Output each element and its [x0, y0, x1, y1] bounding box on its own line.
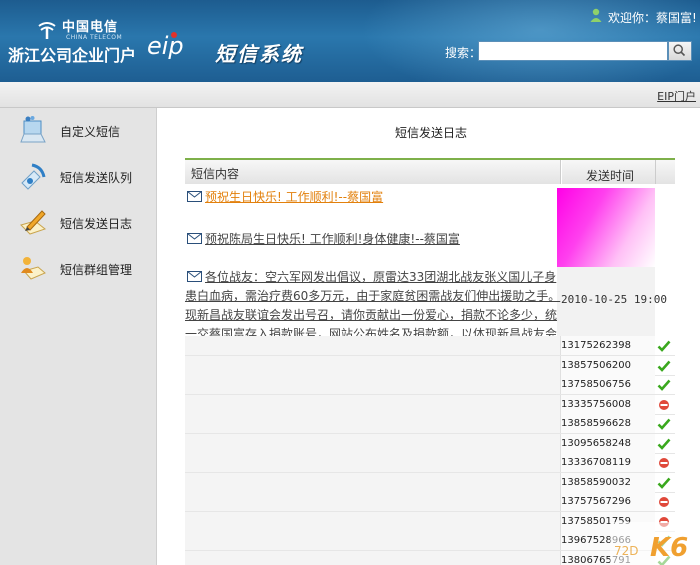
- app-header: 中国电信 CHINA TELECOM 浙江公司企业门户 eip 短信系统 欢迎你…: [0, 0, 700, 82]
- sidebar-item-label: 短信发送日志: [60, 217, 133, 231]
- envelope-icon: [187, 233, 202, 244]
- recipient-row: 13967528966: [185, 531, 675, 551]
- recipient-row-blank: [185, 375, 561, 394]
- recipient-row-blank: [185, 550, 561, 565]
- column-header-label: 短信内容: [191, 167, 240, 181]
- table-header: 短信内容 发送时间: [185, 158, 675, 184]
- minus-circle-icon: [659, 399, 669, 410]
- table-row: 各位战友：空六军网发出倡议，原雷达33团湖北战友张义国儿子身患白血病，需治疗费6…: [185, 268, 675, 360]
- recipient-row: 13858590032: [185, 472, 675, 493]
- sidebar-item-group-manage[interactable]: 短信群组管理: [0, 246, 157, 292]
- message-link[interactable]: 预祝陈局生日快乐! 工作顺利!身体健康!--蔡国富: [205, 230, 460, 249]
- recipient-row: 13757567296: [185, 492, 675, 512]
- check-icon: [657, 340, 671, 352]
- check-icon: [657, 418, 671, 430]
- system-title: 短信系统: [215, 42, 303, 66]
- recipient-row-blank: [185, 492, 561, 511]
- recipient-row: 13758501759: [185, 511, 675, 532]
- send-log-icon: [20, 210, 47, 235]
- recipient-row-blank: [185, 531, 561, 550]
- recipient-row: 13095658248: [185, 433, 675, 454]
- column-header-label: 发送时间: [586, 169, 635, 183]
- search-button[interactable]: [668, 41, 692, 61]
- recipient-row: 13758506756: [185, 375, 675, 395]
- envelope-icon: [187, 191, 202, 202]
- recipient-row-blank: [185, 394, 561, 414]
- send-time: 2010-10-25 19:00: [561, 293, 667, 306]
- search-label: 搜索：: [445, 46, 482, 60]
- sms-log-table: 短信内容 发送时间 预祝生日快乐! 工作顺利!--蔡国富 预祝陈局生日快乐! 工…: [185, 158, 675, 565]
- recipient-number: 13857506200: [561, 355, 655, 375]
- logo-english-name: CHINA TELECOM: [66, 34, 123, 41]
- page-title: 短信发送日志: [394, 126, 467, 140]
- recipient-row-blank: [185, 453, 561, 472]
- recipient-number: 13858590032: [561, 472, 655, 492]
- recipient-row: 13175262398: [185, 336, 675, 356]
- group-manage-icon: [21, 257, 46, 280]
- check-icon: [657, 438, 671, 450]
- user-icon: [590, 8, 602, 22]
- recipient-number: 13175262398: [561, 336, 655, 355]
- welcome-text: 欢迎你：蔡国富!: [608, 11, 697, 25]
- recipient-row-blank: [185, 472, 561, 492]
- custom-sms-icon: [20, 116, 46, 143]
- recipient-row-blank: [185, 511, 561, 531]
- logo-portal-name: 浙江公司企业门户: [8, 46, 137, 65]
- minus-circle-icon: [659, 458, 669, 468]
- sidebar-item-label: 自定义短信: [60, 125, 121, 139]
- column-header-time: 发送时间: [562, 158, 655, 184]
- table-row: 预祝陈局生日快乐! 工作顺利!身体健康!--蔡国富: [185, 230, 675, 254]
- recipient-row-blank: [185, 433, 561, 453]
- sidebar: 自定义短信 短信发送队列 短信发送日志 短信群组管理: [0, 108, 157, 565]
- recipient-row-blank: [185, 336, 561, 355]
- recipient-row: 13336708119: [185, 453, 675, 473]
- recipient-number: 13336708119: [561, 453, 655, 472]
- recipient-row: 13806765791: [185, 550, 675, 565]
- message-cell: 各位战友：空六军网发出倡议，原雷达33团湖北战友张义国儿子身患白血病，需治疗费6…: [185, 268, 561, 360]
- recipient-row-blank: [185, 355, 561, 375]
- check-icon: [657, 360, 671, 372]
- search-input[interactable]: [478, 41, 668, 61]
- recipient-number: 13758506756: [561, 375, 655, 394]
- welcome-bar: 欢迎你：蔡国富!: [580, 5, 700, 27]
- sidebar-item-custom-sms[interactable]: 自定义短信: [0, 108, 157, 154]
- message-link[interactable]: 预祝生日快乐! 工作顺利!--蔡国富: [205, 188, 383, 207]
- china-telecom-logo-icon: [38, 22, 56, 39]
- column-header-content: 短信内容: [185, 160, 561, 184]
- logo-company-name: 中国电信: [62, 20, 119, 35]
- recipient-number: 13095658248: [561, 433, 655, 453]
- recipient-row: 13335756008: [185, 394, 675, 415]
- sidebar-item-send-queue[interactable]: 短信发送队列: [0, 154, 157, 200]
- sidebar-item-label: 短信群组管理: [60, 263, 133, 277]
- eip-portal-link[interactable]: EIP门户: [657, 88, 696, 104]
- table-row: 预祝生日快乐! 工作顺利!--蔡国富: [185, 188, 675, 212]
- recipient-row-blank: [185, 414, 561, 433]
- recipient-number: 13858596628: [561, 414, 655, 433]
- search-icon: [673, 44, 686, 57]
- svg-text:72D: 72D: [614, 544, 639, 558]
- column-header-status: [655, 160, 675, 184]
- svg-text:K6: K6: [650, 533, 688, 563]
- recipient-number: 13757567296: [561, 492, 655, 511]
- check-icon: [657, 477, 671, 489]
- watermark-logo: 72D K6: [610, 522, 700, 565]
- svg-text:eip: eip: [147, 32, 184, 60]
- send-queue-icon: [21, 163, 46, 190]
- sidebar-item-label: 短信发送队列: [60, 171, 133, 185]
- recipient-row: 13857506200: [185, 355, 675, 376]
- eip-logo-icon: eip: [147, 32, 184, 60]
- sidebar-item-send-log[interactable]: 短信发送日志: [0, 200, 157, 246]
- top-sub-bar: EIP门户: [0, 82, 700, 108]
- check-icon: [657, 379, 671, 391]
- recipient-row: 13858596628: [185, 414, 675, 434]
- company-logo: 中国电信 CHINA TELECOM 浙江公司企业门户: [8, 12, 148, 72]
- minus-circle-icon: [659, 497, 669, 507]
- recipient-number: 13335756008: [561, 394, 655, 414]
